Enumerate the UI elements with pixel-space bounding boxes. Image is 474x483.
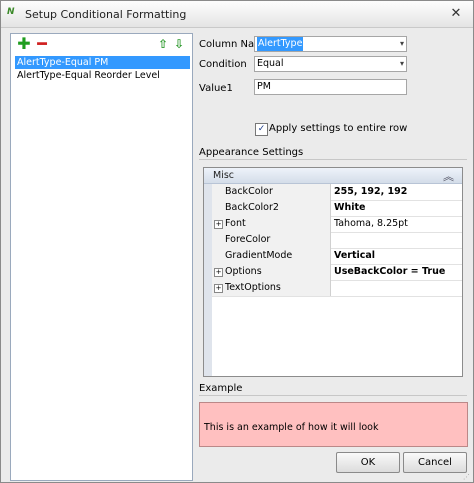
property-name: BackColor	[225, 186, 273, 197]
property-name: TextOptions	[225, 282, 281, 293]
example-text: This is an example of how it will look	[204, 422, 379, 433]
column-name-select[interactable]: AlertType ▾	[254, 36, 407, 52]
category-label: Misc	[213, 170, 235, 181]
expand-icon[interactable]: +	[214, 284, 223, 293]
rules-panel: ✚ ━ ⇧ ⇩ AlertType-Equal PM AlertType-Equ…	[10, 33, 193, 481]
property-value[interactable]: Tahoma, 8.25pt	[334, 218, 408, 229]
value1-value: PM	[257, 81, 271, 92]
property-grid: Misc ︽ BackColor 255, 192, 192 BackColor…	[203, 167, 463, 377]
divider	[199, 395, 467, 396]
property-name: BackColor2	[225, 202, 279, 213]
cancel-button[interactable]: Cancel	[403, 452, 467, 473]
dropdown-arrow-icon[interactable]: ▾	[400, 57, 404, 71]
property-name: Font	[225, 218, 246, 229]
conditional-formatting-dialog: N Setup Conditional Formatting ✕ ✚ ━ ⇧ ⇩…	[0, 0, 474, 483]
property-row[interactable]: + Font Tahoma, 8.25pt	[212, 216, 462, 233]
grid-gutter	[204, 184, 212, 376]
property-value[interactable]: White	[334, 202, 365, 213]
rule-item[interactable]: AlertType-Equal PM	[15, 56, 190, 69]
property-name: GradientMode	[225, 250, 293, 261]
column-name-value: AlertType	[257, 37, 304, 51]
resize-grip-icon[interactable]: ⋰	[463, 473, 470, 481]
add-rule-icon[interactable]: ✚	[17, 36, 31, 52]
move-down-icon[interactable]: ⇩	[172, 37, 186, 51]
property-name: Options	[225, 266, 262, 277]
appearance-settings-title: Appearance Settings	[199, 147, 304, 158]
ok-button[interactable]: OK	[336, 452, 400, 473]
collapse-chevron-icon[interactable]: ︽	[443, 168, 454, 184]
category-header[interactable]: Misc ︽	[204, 168, 462, 184]
property-name: ForeColor	[225, 234, 271, 245]
app-logo-icon: N	[7, 7, 15, 17]
property-row[interactable]: BackColor2 White	[212, 200, 462, 217]
dropdown-arrow-icon[interactable]: ▾	[400, 37, 404, 51]
value1-input[interactable]: PM	[254, 79, 407, 95]
property-row[interactable]: ForeColor	[212, 232, 462, 249]
apply-row-label[interactable]: Apply settings to entire row	[269, 123, 407, 134]
divider	[199, 159, 467, 160]
rules-toolbar: ✚ ━ ⇧ ⇩	[11, 34, 192, 56]
move-up-icon[interactable]: ⇧	[156, 37, 170, 51]
condition-label: Condition	[199, 59, 247, 70]
condition-select[interactable]: Equal ▾	[254, 56, 407, 72]
property-value[interactable]: 255, 192, 192	[334, 186, 407, 197]
condition-value: Equal	[257, 58, 284, 69]
window-title: Setup Conditional Formatting	[25, 8, 187, 21]
property-value[interactable]: UseBackColor = True	[334, 266, 445, 277]
property-row[interactable]: GradientMode Vertical	[212, 248, 462, 265]
example-title: Example	[199, 383, 243, 394]
title-bar: N Setup Conditional Formatting ✕	[1, 1, 473, 28]
rules-list: AlertType-Equal PM AlertType-Equal Reord…	[15, 56, 190, 82]
expand-icon[interactable]: +	[214, 220, 223, 229]
apply-row-checkbox[interactable]: ✓	[255, 123, 268, 136]
property-row[interactable]: BackColor 255, 192, 192	[212, 184, 462, 201]
property-value[interactable]: Vertical	[334, 250, 375, 261]
value1-label: Value1	[199, 83, 233, 94]
property-row[interactable]: + Options UseBackColor = True	[212, 264, 462, 281]
expand-icon[interactable]: +	[214, 268, 223, 277]
rule-item[interactable]: AlertType-Equal Reorder Level	[15, 69, 190, 82]
remove-rule-icon[interactable]: ━	[35, 36, 49, 52]
property-row[interactable]: + TextOptions	[212, 280, 462, 297]
close-icon[interactable]: ✕	[447, 5, 465, 23]
example-preview: This is an example of how it will look	[199, 402, 468, 447]
